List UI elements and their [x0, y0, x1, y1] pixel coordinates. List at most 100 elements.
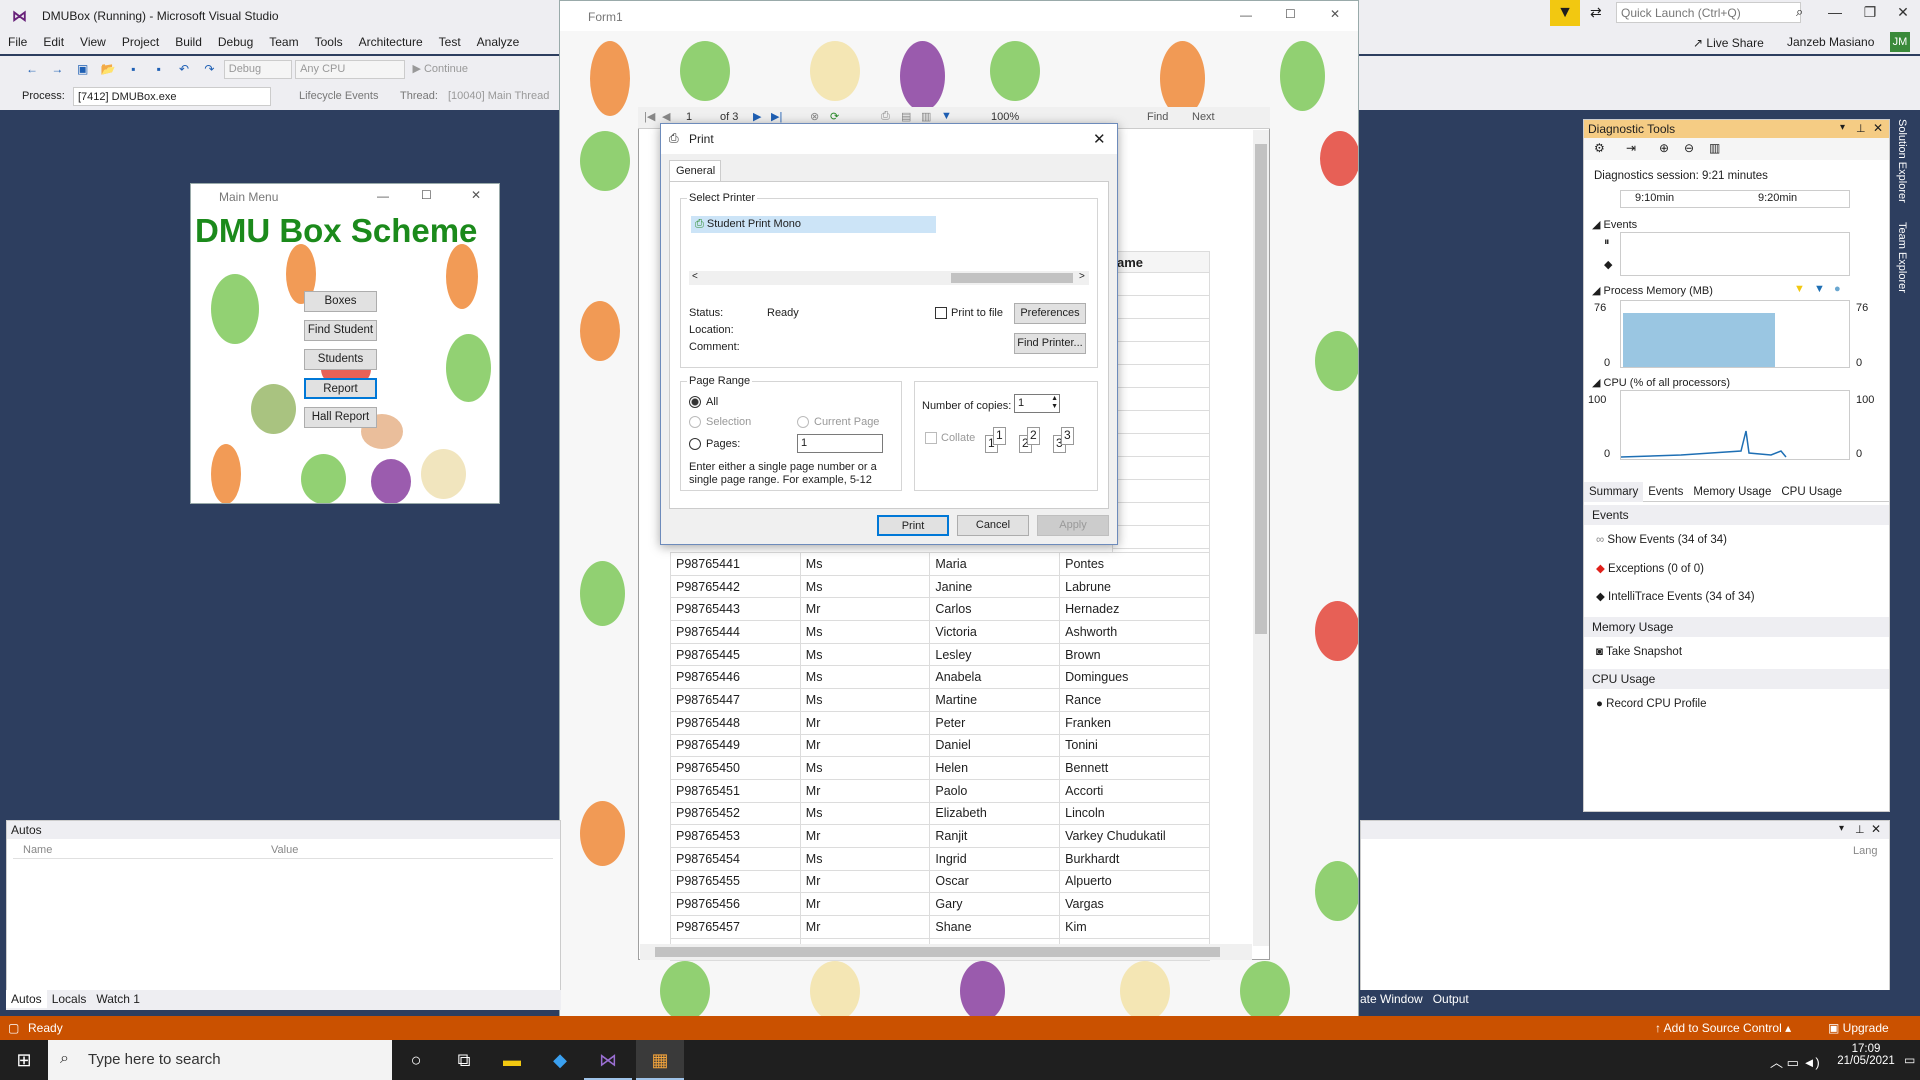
- printer-list-scrollbar[interactable]: < >: [689, 271, 1089, 285]
- tab-memory-usage[interactable]: Memory Usage: [1688, 482, 1776, 502]
- menu-debug[interactable]: Debug: [210, 32, 261, 52]
- taskbar-clock[interactable]: 17:09 21/05/2021: [1834, 1043, 1898, 1067]
- windows-start-icon[interactable]: ⊞: [0, 1040, 48, 1080]
- taskbar-search[interactable]: ⌕ Type here to search: [48, 1040, 392, 1080]
- menu-tools[interactable]: Tools: [307, 32, 351, 52]
- zoom-out-icon[interactable]: ⊖: [1684, 141, 1694, 155]
- cpu-graph[interactable]: [1620, 390, 1850, 460]
- scroll-thumb[interactable]: [951, 273, 1073, 283]
- column-lang[interactable]: Lang: [1853, 845, 1877, 857]
- take-snapshot-link[interactable]: ◙ Take Snapshot: [1596, 646, 1682, 658]
- scroll-right-icon[interactable]: >: [1079, 271, 1085, 282]
- search-icon[interactable]: ⌕: [1796, 4, 1803, 20]
- open-icon[interactable]: 📂: [100, 62, 116, 78]
- prev-page-icon[interactable]: ◀: [662, 110, 670, 123]
- intellitrace-link[interactable]: ◆ IntelliTrace Events (34 of 34): [1596, 589, 1755, 603]
- file-explorer-icon[interactable]: ▬: [488, 1040, 536, 1080]
- forward-icon[interactable]: →: [49, 62, 65, 78]
- menu-edit[interactable]: Edit: [35, 32, 72, 52]
- print-button[interactable]: Print: [877, 515, 949, 536]
- zoom-dropdown[interactable]: 100%: [991, 111, 1019, 123]
- last-page-icon[interactable]: ▶|: [771, 110, 782, 123]
- pin-icon[interactable]: ⊥: [1856, 122, 1866, 135]
- tab-locals[interactable]: Locals: [47, 990, 92, 1008]
- events-timeline[interactable]: [1620, 232, 1850, 276]
- maximize-button[interactable]: ☐: [1285, 7, 1296, 21]
- back-icon[interactable]: ←: [24, 62, 40, 78]
- visual-studio-taskbar-icon[interactable]: ⋈: [584, 1040, 632, 1080]
- page-number-input[interactable]: 1: [686, 111, 692, 123]
- tab-general[interactable]: General: [669, 160, 721, 182]
- reset-zoom-icon[interactable]: ▥: [1709, 141, 1720, 155]
- dropdown-icon[interactable]: ▾: [1839, 823, 1844, 834]
- tab-output[interactable]: Output: [1428, 990, 1474, 1008]
- tray-icons[interactable]: ︿ ▭ ◄): [1770, 1052, 1820, 1071]
- print-layout-icon[interactable]: ▤: [901, 110, 911, 123]
- chevron-up-icon[interactable]: ︿: [1770, 1055, 1783, 1070]
- exceptions-link[interactable]: ◆ Exceptions (0 of 0): [1596, 561, 1704, 575]
- first-page-icon[interactable]: |◀: [644, 110, 655, 123]
- upgrade-button[interactable]: ▣ Upgrade: [1828, 1021, 1889, 1035]
- redo-icon[interactable]: ↷: [201, 62, 217, 78]
- printer-list[interactable]: ⎙ Student Print Mono < >: [689, 213, 1089, 285]
- save-icon[interactable]: ▪: [125, 62, 141, 78]
- tab-summary[interactable]: Summary: [1584, 482, 1644, 502]
- pages-radio[interactable]: [689, 438, 701, 450]
- pages-input[interactable]: 1: [797, 434, 883, 453]
- source-control-button[interactable]: ↑ Add to Source Control ▴: [1655, 1021, 1791, 1035]
- timeline-ruler[interactable]: 9:10min 9:20min: [1620, 190, 1850, 208]
- notification-filter-icon[interactable]: ▼: [1550, 0, 1580, 26]
- save-all-icon[interactable]: ▪: [151, 62, 167, 78]
- avatar[interactable]: JM: [1890, 32, 1910, 52]
- config-dropdown[interactable]: Debug: [223, 60, 292, 79]
- restore-button[interactable]: ❐: [1855, 4, 1885, 24]
- next-page-icon[interactable]: ▶: [753, 110, 761, 123]
- network-icon[interactable]: ▭: [1787, 1055, 1799, 1070]
- tab-immediate-window[interactable]: ate Window: [1360, 990, 1428, 1008]
- task-view-icon[interactable]: ⧉: [440, 1040, 488, 1080]
- close-button[interactable]: ✕: [1093, 130, 1106, 148]
- tab-watch1[interactable]: Watch 1: [91, 990, 145, 1008]
- team-explorer-tab[interactable]: Team Explorer: [1896, 222, 1908, 293]
- settings-icon[interactable]: ⚙: [1594, 141, 1605, 155]
- show-events-link[interactable]: ∞ Show Events (34 of 34): [1596, 534, 1727, 546]
- scroll-left-icon[interactable]: <: [692, 271, 698, 282]
- menu-team[interactable]: Team: [261, 32, 306, 52]
- volume-icon[interactable]: ◄): [1803, 1055, 1820, 1070]
- hall-report-button[interactable]: Hall Report: [304, 407, 377, 428]
- form-app-taskbar-icon[interactable]: ▦: [636, 1040, 684, 1080]
- menu-build[interactable]: Build: [167, 32, 210, 52]
- user-name[interactable]: Janzeb Masiano: [1787, 35, 1874, 49]
- column-value[interactable]: Value: [271, 844, 298, 856]
- notification-icon[interactable]: ▭: [1904, 1040, 1920, 1080]
- process-dropdown[interactable]: [7412] DMUBox.exe: [73, 87, 271, 106]
- close-icon[interactable]: ✕: [1871, 822, 1881, 836]
- refresh-icon[interactable]: ⟳: [830, 110, 839, 123]
- cortana-icon[interactable]: ○: [392, 1040, 440, 1080]
- pin-icon[interactable]: ⊥: [1855, 823, 1865, 836]
- memory-graph[interactable]: [1620, 300, 1850, 368]
- page-setup-icon[interactable]: ▥: [921, 110, 931, 123]
- minimize-button[interactable]: —: [1820, 4, 1850, 24]
- undo-icon[interactable]: ↶: [176, 62, 192, 78]
- students-button[interactable]: Students: [304, 349, 377, 370]
- find-link[interactable]: Find: [1147, 111, 1168, 123]
- quick-launch-input[interactable]: Quick Launch (Ctrl+Q): [1616, 2, 1801, 23]
- boxes-button[interactable]: Boxes: [304, 291, 377, 312]
- close-button[interactable]: ✕: [1330, 7, 1340, 21]
- platform-dropdown[interactable]: Any CPU: [295, 60, 406, 79]
- continue-button[interactable]: ▶ Continue: [408, 60, 493, 79]
- print-to-file-checkbox[interactable]: [935, 307, 947, 319]
- lifecycle-events-dropdown[interactable]: Lifecycle Events: [299, 90, 378, 102]
- horizontal-scroll-thumb[interactable]: [655, 947, 1220, 957]
- feedback-icon[interactable]: ⇄: [1590, 4, 1602, 21]
- minimize-button[interactable]: —: [377, 189, 389, 203]
- find-printer-button[interactable]: Find Printer...: [1014, 333, 1086, 354]
- copies-spinner[interactable]: 1 ▲ ▼: [1014, 394, 1060, 413]
- export-icon[interactable]: ⇥: [1626, 141, 1636, 155]
- record-cpu-link[interactable]: ● Record CPU Profile: [1596, 698, 1707, 710]
- stop-icon[interactable]: ⊗: [810, 110, 819, 123]
- menu-architecture[interactable]: Architecture: [351, 32, 431, 52]
- live-share-button[interactable]: ↗ Live Share: [1693, 36, 1764, 50]
- next-link[interactable]: Next: [1192, 111, 1215, 123]
